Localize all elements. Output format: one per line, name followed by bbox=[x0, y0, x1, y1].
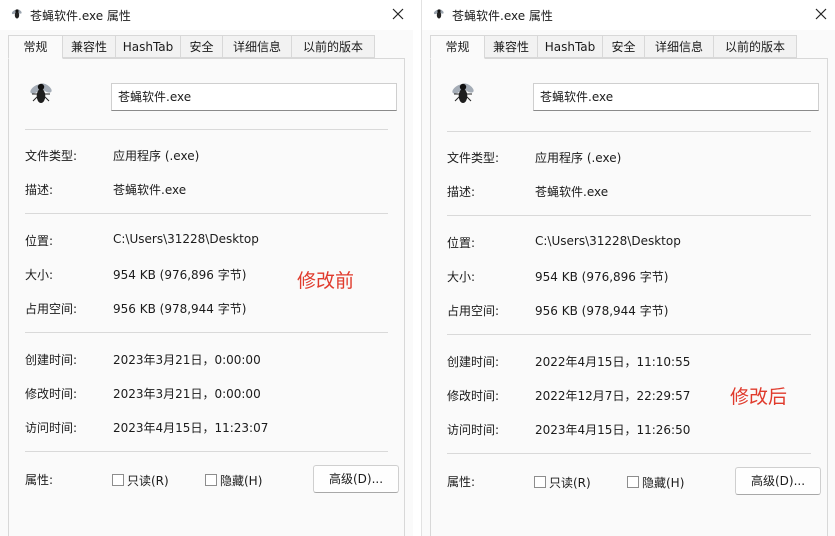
close-icon bbox=[815, 8, 827, 20]
modified-value: 2023年3月21日，0:00:00 bbox=[113, 387, 261, 401]
separator bbox=[25, 213, 388, 214]
tab-security[interactable]: 安全 bbox=[180, 35, 223, 58]
separator bbox=[447, 215, 811, 216]
tab-compatibility[interactable]: 兼容性 bbox=[484, 35, 538, 58]
tab-previous-versions[interactable]: 以前的版本 bbox=[291, 35, 375, 58]
separator bbox=[447, 131, 811, 132]
description-value: 苍蝇软件.exe bbox=[113, 183, 187, 197]
accessed-value: 2023年4月15日，11:23:07 bbox=[113, 421, 269, 435]
tab-hashtab[interactable]: HashTab bbox=[537, 35, 603, 58]
file-type-value: 应用程序 (.exe) bbox=[113, 149, 200, 163]
size-label: 大小: bbox=[25, 268, 54, 282]
size-label: 大小: bbox=[447, 270, 476, 284]
close-button[interactable] bbox=[806, 0, 835, 28]
file-name-input[interactable]: 苍蝇软件.exe bbox=[533, 83, 819, 111]
separator bbox=[25, 451, 388, 452]
description-value: 苍蝇软件.exe bbox=[535, 185, 609, 199]
tab-general[interactable]: 常规 bbox=[8, 35, 63, 59]
window-title: 苍蝇软件.exe 属性 bbox=[30, 9, 131, 23]
modified-label: 修改时间: bbox=[447, 389, 500, 403]
modified-value: 2022年12月7日，22:29:57 bbox=[535, 389, 691, 403]
location-label: 位置: bbox=[25, 234, 54, 248]
attributes-label: 属性: bbox=[25, 473, 54, 487]
size-on-disk-label: 占用空间: bbox=[447, 304, 500, 318]
accessed-label: 访问时间: bbox=[25, 421, 78, 435]
tab-details[interactable]: 详细信息 bbox=[222, 35, 292, 58]
file-type-value: 应用程序 (.exe) bbox=[535, 151, 622, 165]
title-bar: 苍蝇软件.exe 属性 bbox=[0, 0, 413, 30]
description-label: 描述: bbox=[25, 183, 54, 197]
hidden-checkbox[interactable] bbox=[205, 474, 217, 486]
created-value: 2023年3月21日，0:00:00 bbox=[113, 353, 261, 367]
tab-bar: 常规 兼容性 HashTab 安全 详细信息 以前的版本 bbox=[430, 35, 828, 59]
title-bar: 苍蝇软件.exe 属性 bbox=[422, 0, 835, 30]
general-tab-content: 苍蝇软件.exe 文件类型: 应用程序 (.exe) 描述: 苍蝇软件.exe … bbox=[8, 58, 405, 536]
separator bbox=[25, 129, 388, 130]
modified-label: 修改时间: bbox=[25, 387, 78, 401]
attributes-label: 属性: bbox=[447, 475, 476, 489]
readonly-checkbox[interactable] bbox=[534, 476, 546, 488]
window-title: 苍蝇软件.exe 属性 bbox=[452, 9, 553, 23]
close-icon bbox=[392, 8, 404, 20]
accessed-value: 2023年4月15日，11:26:50 bbox=[535, 423, 691, 437]
created-label: 创建时间: bbox=[447, 355, 500, 369]
separator bbox=[447, 334, 811, 335]
annotation-before: 修改前 bbox=[297, 270, 355, 292]
location-value: C:\Users\31228\Desktop bbox=[535, 234, 681, 248]
tab-previous-versions[interactable]: 以前的版本 bbox=[713, 35, 797, 58]
tab-compatibility[interactable]: 兼容性 bbox=[62, 35, 116, 58]
description-label: 描述: bbox=[447, 185, 476, 199]
file-type-label: 文件类型: bbox=[25, 149, 78, 163]
readonly-checkbox[interactable] bbox=[112, 474, 124, 486]
separator bbox=[25, 332, 388, 333]
advanced-button[interactable]: 高级(D)... bbox=[735, 467, 821, 495]
properties-window-before: 苍蝇软件.exe 属性 常规 兼容性 HashTab 安全 详细信息 以前的版本… bbox=[0, 0, 414, 536]
fly-app-icon bbox=[30, 83, 52, 103]
size-value: 954 KB (976,896 字节) bbox=[535, 270, 669, 284]
fly-app-icon bbox=[11, 9, 22, 19]
advanced-button[interactable]: 高级(D)... bbox=[313, 465, 399, 493]
readonly-label[interactable]: 只读(R) bbox=[549, 474, 591, 491]
location-value: C:\Users\31228\Desktop bbox=[113, 232, 259, 246]
tab-bar: 常规 兼容性 HashTab 安全 详细信息 以前的版本 bbox=[8, 35, 405, 59]
tab-details[interactable]: 详细信息 bbox=[644, 35, 714, 58]
accessed-label: 访问时间: bbox=[447, 423, 500, 437]
size-value: 954 KB (976,896 字节) bbox=[113, 268, 247, 282]
general-tab-content: 苍蝇软件.exe 文件类型: 应用程序 (.exe) 描述: 苍蝇软件.exe … bbox=[430, 58, 828, 536]
size-on-disk-value: 956 KB (978,944 字节) bbox=[535, 304, 669, 318]
hidden-label[interactable]: 隐藏(H) bbox=[220, 472, 262, 489]
tab-hashtab[interactable]: HashTab bbox=[115, 35, 181, 58]
file-type-label: 文件类型: bbox=[447, 151, 500, 165]
created-value: 2022年4月15日，11:10:55 bbox=[535, 355, 691, 369]
hidden-checkbox[interactable] bbox=[627, 476, 639, 488]
properties-window-after: 苍蝇软件.exe 属性 常规 兼容性 HashTab 安全 详细信息 以前的版本… bbox=[421, 0, 835, 536]
close-button[interactable] bbox=[383, 0, 413, 28]
file-name-input[interactable]: 苍蝇软件.exe bbox=[111, 83, 397, 111]
hidden-label[interactable]: 隐藏(H) bbox=[642, 474, 684, 491]
size-on-disk-value: 956 KB (978,944 字节) bbox=[113, 302, 247, 316]
separator bbox=[447, 453, 811, 454]
location-label: 位置: bbox=[447, 236, 476, 250]
fly-app-icon bbox=[452, 83, 474, 103]
tab-security[interactable]: 安全 bbox=[602, 35, 645, 58]
divider-gap bbox=[413, 0, 421, 536]
fly-app-icon bbox=[433, 9, 444, 19]
size-on-disk-label: 占用空间: bbox=[25, 302, 78, 316]
tab-general[interactable]: 常规 bbox=[430, 35, 485, 59]
readonly-label[interactable]: 只读(R) bbox=[127, 472, 169, 489]
created-label: 创建时间: bbox=[25, 353, 78, 367]
annotation-after: 修改后 bbox=[730, 386, 788, 408]
